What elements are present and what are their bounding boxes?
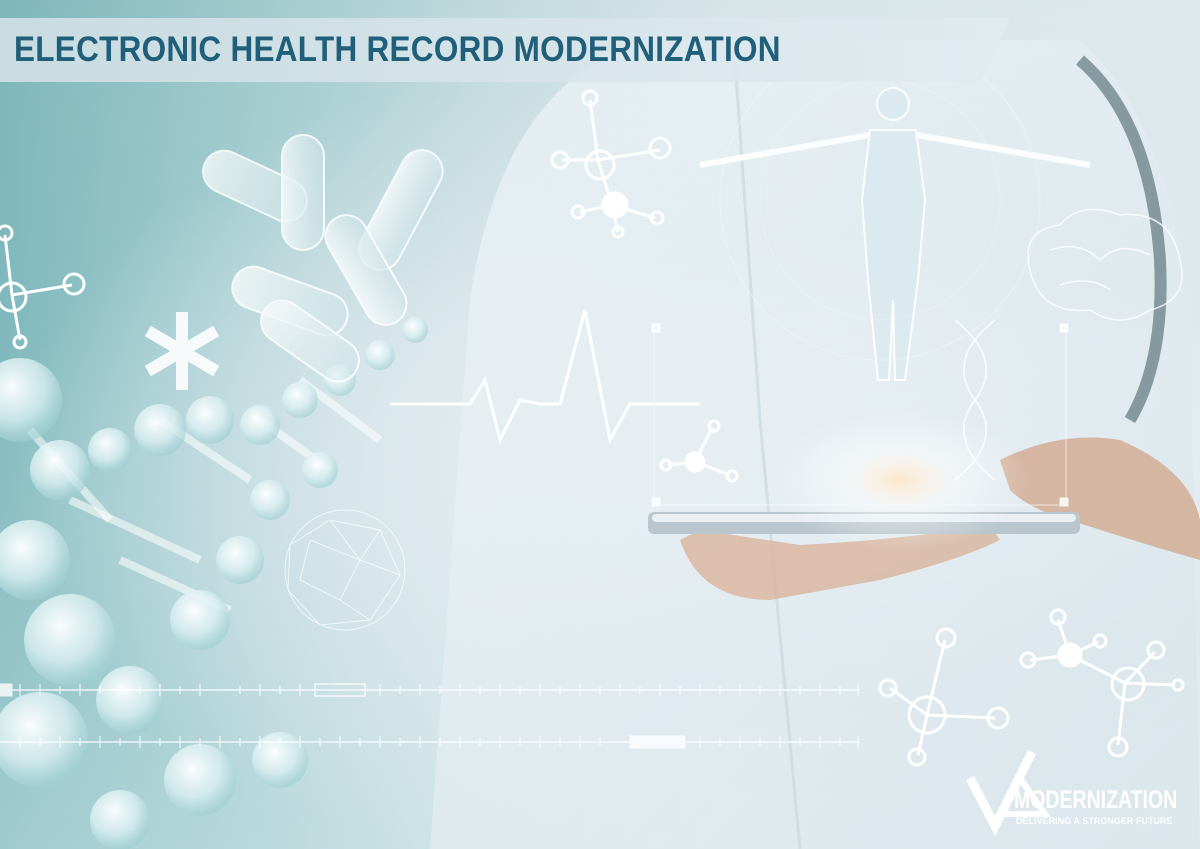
- page-title: ELECTRONIC HEALTH RECORD MODERNIZATION: [14, 30, 781, 69]
- molecule-top-left-icon: [0, 224, 86, 350]
- logo-tagline: DELIVERING A STRONGER FUTURE: [1016, 816, 1173, 827]
- hologram-glow: [770, 410, 1030, 550]
- network-globe-icon: [284, 509, 406, 631]
- dna-helix-icon: [0, 317, 428, 849]
- logo-name: MODERNIZATION: [1014, 786, 1178, 814]
- asterisk-medical-icon: [144, 312, 220, 390]
- illustration: [0, 39, 1200, 849]
- pill-capsule-icons: [202, 134, 444, 383]
